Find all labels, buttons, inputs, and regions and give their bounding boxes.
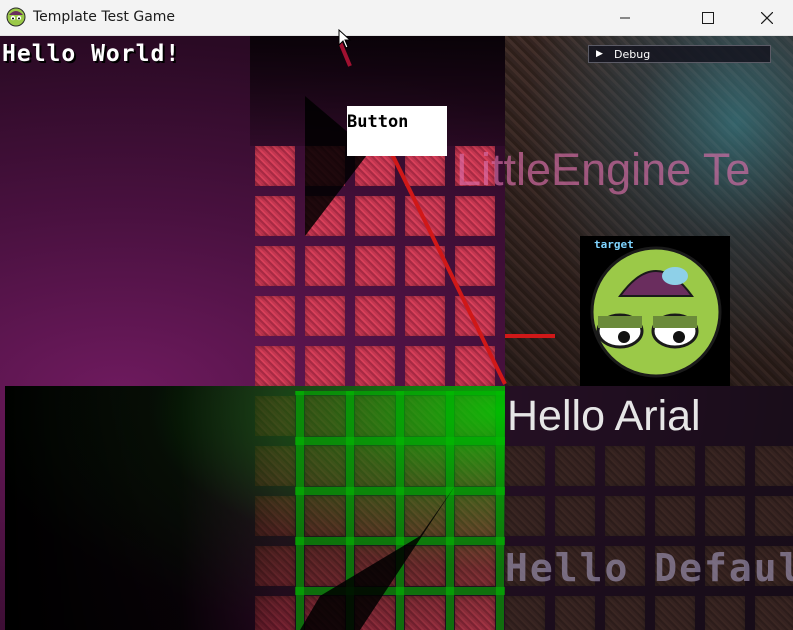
minimize-button[interactable] [602,0,648,36]
mouse-cursor-icon [338,29,352,49]
game-button-label: Button [347,112,409,132]
dark-triangle [300,486,455,630]
hello-arial-text: Hello Arial [507,392,701,440]
maximize-icon [702,12,714,24]
engine-title-text: LittleEngine Te [456,144,751,195]
hello-default-text: Hello Default [505,546,793,590]
close-button[interactable] [744,0,790,36]
window-titlebar[interactable]: Template Test Game [0,0,793,36]
minimize-icon [620,17,630,19]
hello-world-text: Hello World! [2,41,181,67]
game-button[interactable]: Button [347,106,447,156]
zombie-face-icon [590,246,722,378]
close-icon [761,12,773,24]
window-title: Template Test Game [33,9,176,25]
debug-window[interactable]: ▶ Debug [588,45,771,63]
maximize-button[interactable] [685,0,731,36]
target-sprite: target [580,236,730,386]
game-viewport[interactable]: Hello World! ▶ Debug Button LittleEngine… [0,36,793,630]
zombie-face-icon [6,7,26,27]
debug-label[interactable]: Debug [614,48,650,61]
play-arrow-icon[interactable]: ▶ [596,49,610,59]
